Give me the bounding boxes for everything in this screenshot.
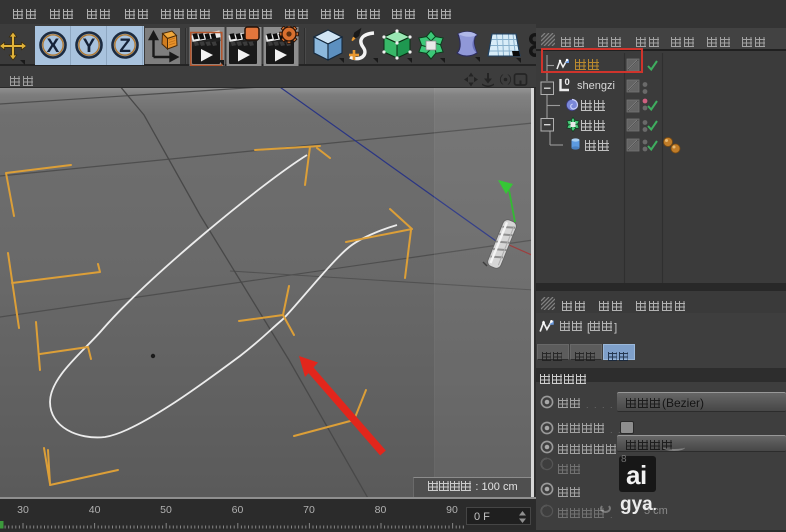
svg-text:Z: Z — [119, 36, 131, 57]
svg-text:80: 80 — [375, 504, 387, 516]
svg-text:40: 40 — [89, 504, 101, 516]
svg-text:70: 70 — [303, 504, 315, 516]
svg-text:X: X — [47, 36, 60, 57]
svg-text:0: 0 — [565, 77, 570, 88]
svg-text:90: 90 — [446, 504, 458, 516]
svg-text:60: 60 — [232, 504, 244, 516]
svg-text:50: 50 — [160, 504, 172, 516]
svg-text:30: 30 — [17, 504, 29, 516]
svg-text:Y: Y — [83, 36, 96, 57]
